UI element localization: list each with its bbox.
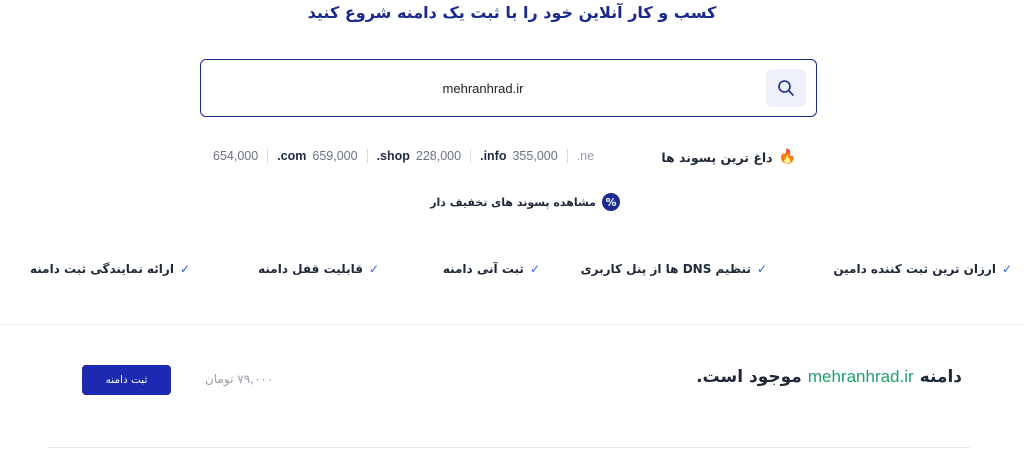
tld-name: .com — [277, 149, 307, 163]
check-icon: ✓ — [756, 262, 767, 276]
tld-separator — [366, 149, 368, 163]
discount-tlds-link[interactable]: % مشاهده پسوند های تخفیف دار — [420, 193, 620, 211]
feature-text: قابلیت قفل دامنه — [258, 262, 363, 276]
domain-search-box — [200, 59, 817, 117]
bottom-divider — [48, 447, 970, 448]
register-domain-button[interactable]: ثبت دامنه — [82, 365, 171, 395]
tld-item[interactable]: .info 355,000 — [480, 149, 577, 163]
percent-icon: % — [602, 193, 620, 211]
tld-item[interactable]: .ne — [577, 149, 600, 163]
tld-separator — [566, 149, 568, 163]
search-icon — [778, 80, 794, 96]
feature-list: ✓ ارزان ترین ثبت کننده دامین ✓ تنظیم DNS… — [0, 262, 1024, 282]
discount-link-text: مشاهده پسوند های تخفیف دار — [430, 195, 596, 209]
tld-item[interactable]: .shop 228,000 — [377, 149, 481, 163]
tld-separator — [470, 149, 472, 163]
availability-result: دامنه mehranhrad.ir موجود است. — [696, 367, 962, 387]
section-divider — [0, 324, 1024, 325]
feature-item: ✓ ثبت آنی دامنه — [443, 262, 540, 276]
check-icon: ✓ — [179, 262, 190, 276]
feature-item: ✓ قابلیت قفل دامنه — [258, 262, 379, 276]
page-headline: کسب و کار آنلاین خود را با ثبت یک دامنه … — [307, 3, 717, 22]
domain-price: ۷۹,۰۰۰ تومان — [205, 372, 274, 386]
tld-price: 228,000 — [415, 149, 462, 163]
feature-text: تنظیم DNS ها از پنل کاربری — [580, 262, 751, 276]
flame-icon: 🔥 — [778, 149, 796, 165]
search-button[interactable] — [766, 69, 806, 107]
tld-price: 355,000 — [512, 149, 558, 163]
feature-item: ✓ ارزان ترین ثبت کننده دامین — [833, 262, 1012, 276]
tld-separator — [267, 149, 269, 163]
domain-search-input[interactable] — [201, 60, 765, 117]
result-domain: mehranhrad.ir — [807, 367, 914, 386]
tld-name: .info — [480, 149, 507, 163]
feature-item: ✓ تنظیم DNS ها از پنل کاربری — [581, 262, 767, 276]
check-icon: ✓ — [529, 262, 540, 276]
tld-price: 654,000 — [213, 149, 259, 163]
feature-text: ثبت آنی دامنه — [442, 262, 524, 276]
hot-tlds-label: 🔥 داغ ترین پسوند ها — [660, 149, 796, 165]
feature-item: ✓ ارائه نمایندگی ثبت دامنه — [30, 262, 190, 276]
check-icon: ✓ — [368, 262, 379, 276]
result-suffix: موجود است. — [696, 367, 802, 387]
hot-tlds-label-text: داغ ترین پسوند ها — [661, 149, 773, 165]
check-icon: ✓ — [1001, 262, 1012, 276]
tld-name: .ne — [576, 149, 595, 163]
tld-item[interactable]: .com 659,000 — [277, 149, 376, 163]
hot-tld-list: 654,000 .com 659,000 .shop 228,000 .info… — [213, 146, 600, 166]
result-prefix: دامنه — [919, 367, 962, 387]
tld-price: 659,000 — [312, 149, 358, 163]
tld-item[interactable]: 654,000 — [213, 149, 277, 163]
tld-name: .shop — [376, 149, 410, 163]
feature-text: ارزان ترین ثبت کننده دامین — [833, 262, 996, 276]
feature-text: ارائه نمایندگی ثبت دامنه — [29, 262, 174, 276]
